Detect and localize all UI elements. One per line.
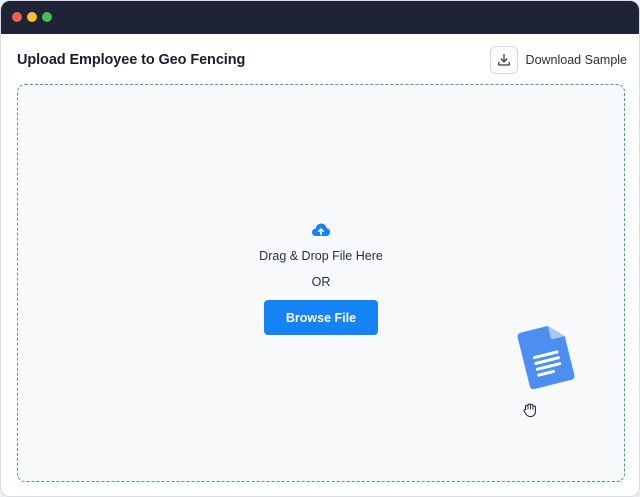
- cloud-upload-icon: [312, 223, 330, 236]
- dropzone-content: Drag & Drop File Here OR Browse File: [18, 221, 624, 335]
- drag-drop-text: Drag & Drop File Here: [259, 249, 383, 263]
- browse-file-button[interactable]: Browse File: [264, 300, 378, 335]
- upload-panel: Upload Employee to Geo Fencing Download …: [5, 34, 635, 492]
- close-window-button[interactable]: [12, 12, 22, 22]
- download-sample-button[interactable]: Download Sample: [489, 46, 627, 74]
- page-title: Upload Employee to Geo Fencing: [17, 52, 246, 68]
- download-sample-label[interactable]: Download Sample: [526, 53, 627, 67]
- app-window: Upload Employee to Geo Fencing Download …: [0, 0, 640, 497]
- file-dropzone[interactable]: Drag & Drop File Here OR Browse File: [17, 84, 625, 482]
- maximize-window-button[interactable]: [42, 12, 52, 22]
- or-separator: OR: [311, 275, 331, 289]
- grab-hand-icon: [523, 403, 536, 418]
- download-icon[interactable]: [489, 46, 518, 74]
- minimize-window-button[interactable]: [27, 12, 37, 22]
- window-titlebar: [1, 1, 639, 34]
